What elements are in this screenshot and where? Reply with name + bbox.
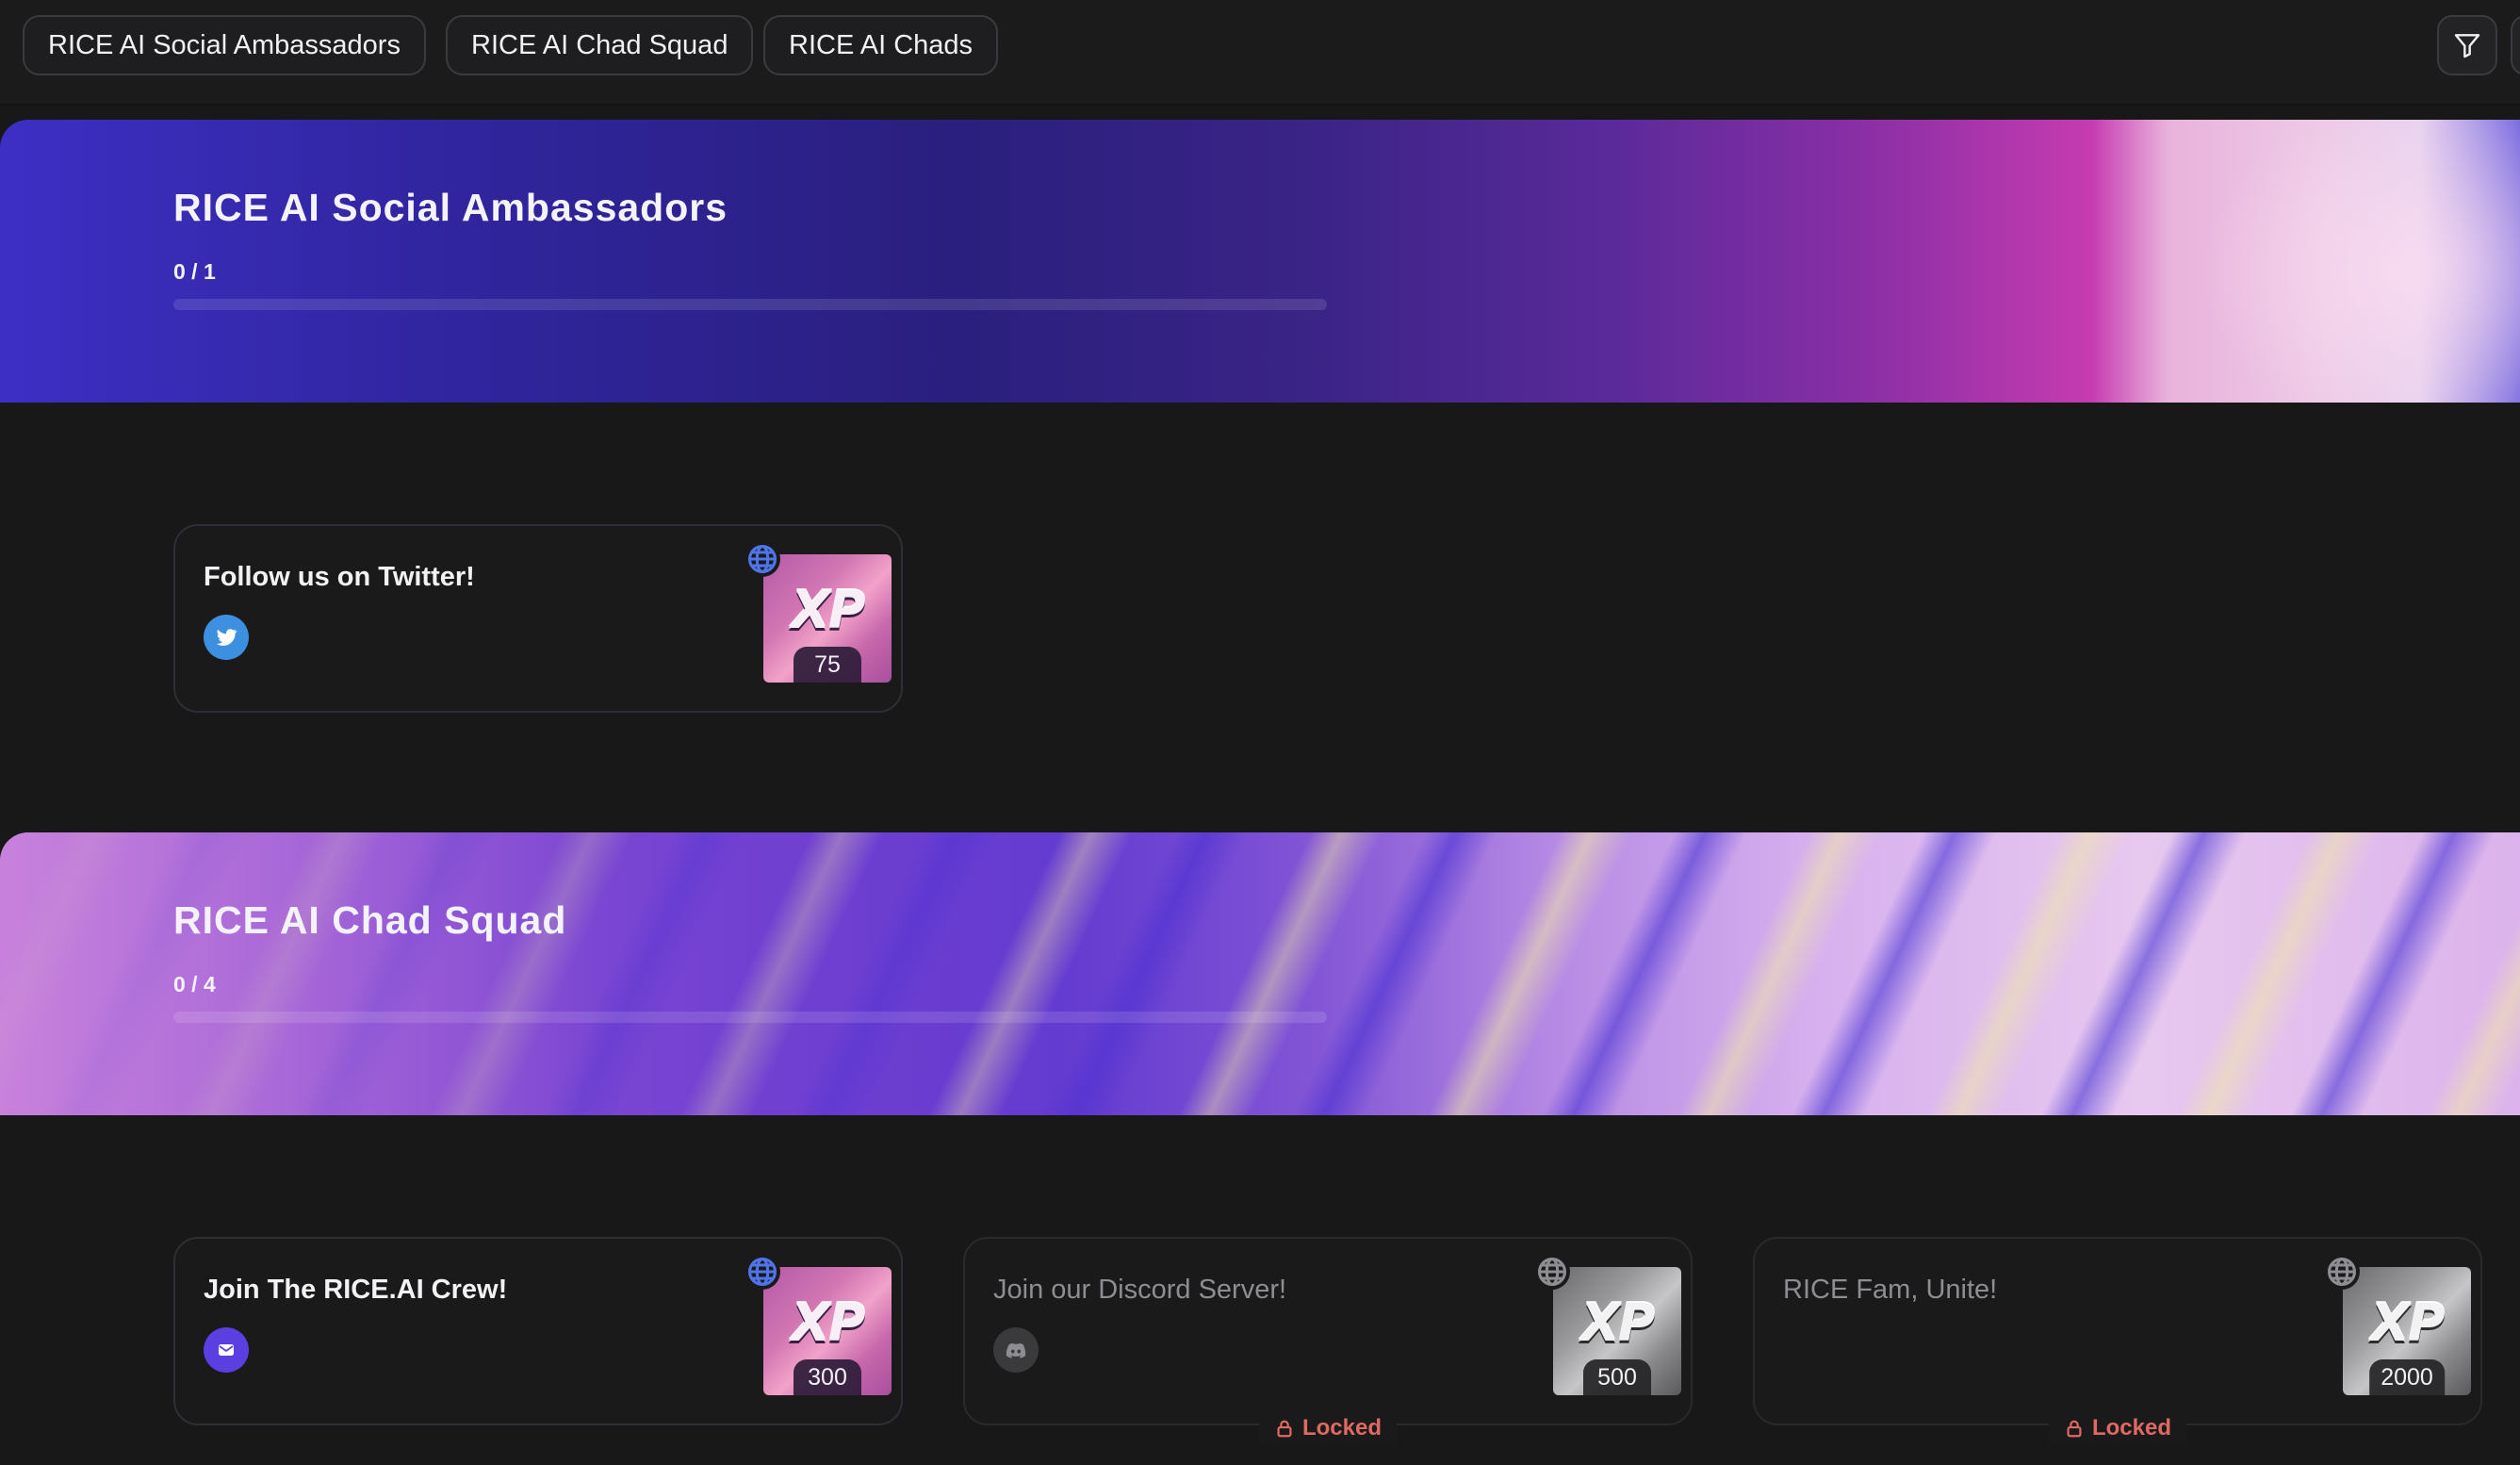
lock-icon [1277,1420,1292,1438]
locked-label: Locked [2091,1415,2172,1440]
locked-label: Locked [1301,1415,1383,1440]
section-progress-count: 0 / 1 [173,259,216,284]
section-progress-bar [173,299,1327,310]
globe-icon [1534,1254,1570,1290]
xp-reward-tile: XP 2000 [2343,1267,2471,1395]
filter-chip-chads[interactable]: RICE AI Chads [763,15,999,75]
quest-card-join-crew[interactable]: Join The RICE.AI Crew! XP 300 [173,1237,903,1425]
filter-chip-social-ambassadors[interactable]: RICE AI Social Ambassadors [23,15,426,75]
xp-amount: 500 [1583,1359,1651,1395]
section-banner-social-ambassadors: RICE AI Social Ambassadors 0 / 1 [0,120,2520,403]
locked-badge: Locked [2048,1412,2187,1444]
xp-badge-glyph: XP [791,1293,865,1353]
overflow-button[interactable] [2511,15,2520,75]
section-banner-chad-squad: RICE AI Chad Squad 0 / 4 [0,832,2520,1115]
discord-icon [993,1327,1039,1373]
xp-badge-glyph: XP [2370,1293,2445,1353]
quest-title: Join our Discord Server! [993,1275,1287,1305]
quest-card-join-discord[interactable]: Join our Discord Server! XP 500 Locked [963,1237,1693,1444]
section-progress-bar [173,1012,1327,1023]
quest-title: Follow us on Twitter! [204,562,475,592]
quest-card-follow-twitter[interactable]: Follow us on Twitter! XP 75 [173,524,903,713]
filter-funnel-icon [2454,34,2480,58]
section-title: RICE AI Chad Squad [173,898,567,942]
filter-button[interactable] [2437,15,2497,75]
xp-amount: 300 [794,1359,861,1395]
quest-title: Join The RICE.AI Crew! [204,1275,508,1305]
globe-icon [745,1254,780,1290]
section-progress-count: 0 / 4 [173,972,216,996]
quest-card-rice-fam-unite[interactable]: RICE Fam, Unite! XP 2000 Locked [1753,1237,2482,1444]
xp-reward-tile: XP 300 [763,1267,892,1395]
twitter-icon [204,615,249,660]
xp-amount: 2000 [2369,1359,2445,1395]
lock-icon [2067,1420,2082,1438]
globe-icon [2324,1254,2360,1290]
locked-badge: Locked [1258,1412,1398,1444]
filter-chip-chad-squad[interactable]: RICE AI Chad Squad [446,15,754,75]
globe-icon [745,541,780,577]
email-icon [204,1327,249,1373]
xp-badge-glyph: XP [791,581,865,640]
xp-amount: 75 [794,647,861,683]
filter-bar: RICE AI Social Ambassadors RICE AI Chad … [0,0,2520,106]
xp-badge-glyph: XP [1580,1293,1655,1353]
xp-reward-tile: XP 75 [763,554,892,683]
section-title: RICE AI Social Ambassadors [173,186,728,229]
xp-reward-tile: XP 500 [1553,1267,1681,1395]
quest-title: RICE Fam, Unite! [1783,1275,1998,1305]
